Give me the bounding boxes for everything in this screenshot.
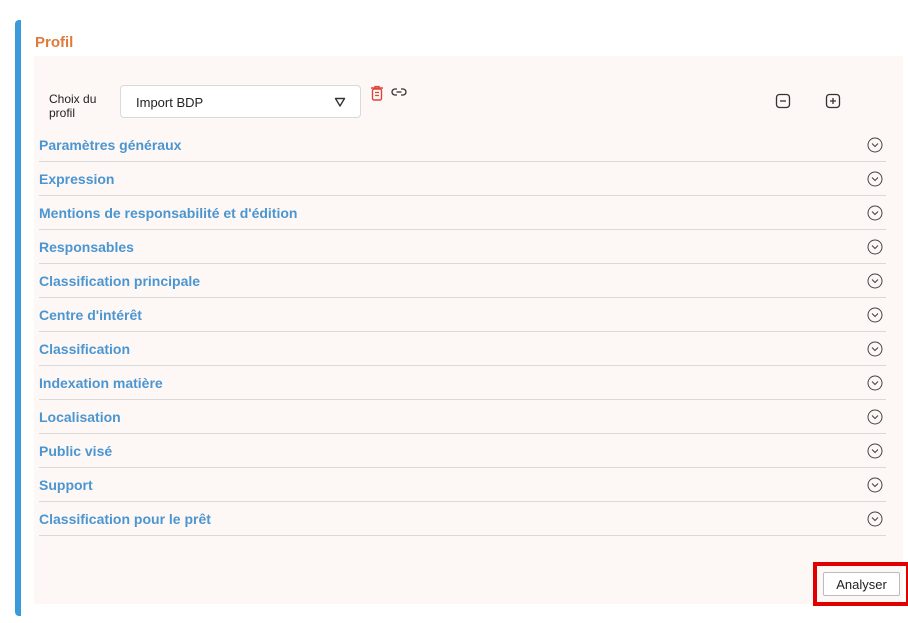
profile-choice-label: Choix du profil (49, 92, 97, 120)
chevron-down-circle-icon[interactable] (867, 375, 883, 391)
section-row[interactable]: Support (39, 468, 886, 502)
section-label: Public visé (39, 443, 113, 459)
section-row[interactable]: Classification pour le prêt (39, 502, 886, 536)
section-list: Paramètres généraux Expression Mentions … (39, 128, 886, 536)
section-row[interactable]: Indexation matière (39, 366, 886, 400)
link-icon[interactable] (391, 86, 407, 98)
analyze-highlight-box: Analyser (813, 562, 908, 606)
triangle-down-icon (334, 97, 346, 107)
chevron-down-circle-icon[interactable] (867, 239, 883, 255)
section-label: Mentions de responsabilité et d'édition (39, 205, 298, 221)
minus-square-icon[interactable] (775, 93, 791, 109)
section-row[interactable]: Centre d'intérêt (39, 298, 886, 332)
section-label: Indexation matière (39, 375, 163, 391)
profile-select[interactable]: Import BDP (120, 85, 361, 118)
analyze-button[interactable]: Analyser (823, 572, 900, 596)
section-row[interactable]: Mentions de responsabilité et d'édition (39, 196, 886, 230)
card-title: Profil (35, 34, 74, 51)
section-row[interactable]: Localisation (39, 400, 886, 434)
profile-select-value: Import BDP (136, 95, 204, 110)
section-row[interactable]: Paramètres généraux (39, 128, 886, 162)
chevron-down-circle-icon[interactable] (867, 171, 883, 187)
trash-icon[interactable] (370, 85, 384, 101)
chevron-down-circle-icon[interactable] (867, 205, 883, 221)
section-label: Responsables (39, 239, 134, 255)
chevron-down-circle-icon[interactable] (867, 341, 883, 357)
plus-square-icon[interactable] (825, 93, 841, 109)
chevron-down-circle-icon[interactable] (867, 443, 883, 459)
section-row[interactable]: Responsables (39, 230, 886, 264)
profile-card: Profil Choix du profil Import BDP Paramè… (15, 20, 908, 616)
profile-panel: Choix du profil Import BDP Paramètres gé… (34, 56, 908, 606)
section-label: Classification (39, 341, 131, 357)
chevron-down-circle-icon[interactable] (867, 409, 883, 425)
section-row[interactable]: Classification principale (39, 264, 886, 298)
section-label: Paramètres généraux (39, 137, 182, 153)
section-label: Support (39, 477, 93, 493)
section-label: Classification pour le prêt (39, 511, 211, 527)
section-label: Classification principale (39, 273, 201, 289)
section-label: Localisation (39, 409, 121, 425)
section-row[interactable]: Classification (39, 332, 886, 366)
section-row[interactable]: Expression (39, 162, 886, 196)
section-label: Expression (39, 171, 115, 187)
chevron-down-circle-icon[interactable] (867, 307, 883, 323)
section-row[interactable]: Public visé (39, 434, 886, 468)
chevron-down-circle-icon[interactable] (867, 477, 883, 493)
chevron-down-circle-icon[interactable] (867, 137, 883, 153)
section-label: Centre d'intérêt (39, 307, 142, 323)
chevron-down-circle-icon[interactable] (867, 511, 883, 527)
chevron-down-circle-icon[interactable] (867, 273, 883, 289)
